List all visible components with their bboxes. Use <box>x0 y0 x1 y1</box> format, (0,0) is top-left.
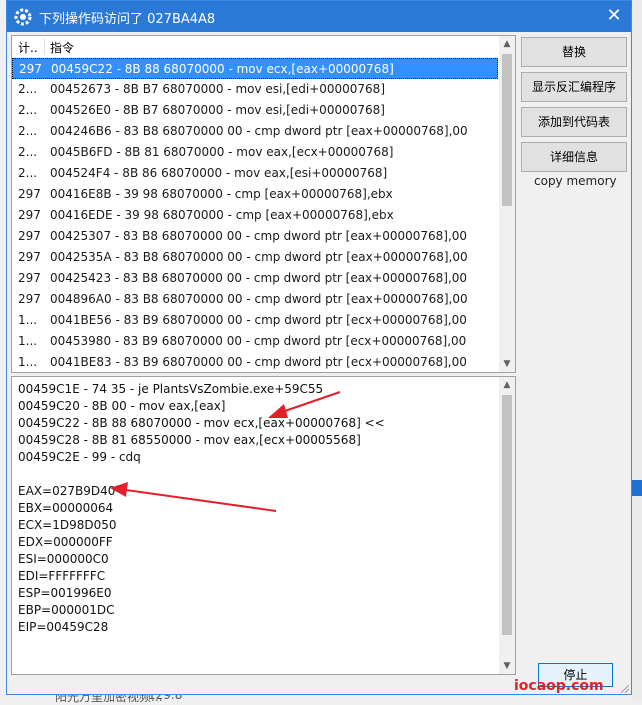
info-line: EDX=000000FF <box>18 535 113 549</box>
info-line: 00459C22 - 8B 88 68070000 - mov ecx,[eax… <box>18 416 385 430</box>
row-instruction: 004246B6 - 83 B8 68070000 00 - cmp dword… <box>50 124 468 138</box>
row-count: 297 <box>18 187 41 201</box>
info-line: EIP=00459C28 <box>18 620 109 634</box>
row-instruction: 00453980 - 83 B9 68070000 00 - cmp dword… <box>50 334 467 348</box>
info-line: 00459C28 - 8B 81 68550000 - mov eax,[ecx… <box>18 433 361 447</box>
row-instruction: 00425307 - 83 B8 68070000 00 - cmp dword… <box>50 229 468 243</box>
row-count: 297 <box>18 271 41 285</box>
row-count: 1... <box>18 334 38 348</box>
info-line: ECX=1D98D050 <box>18 518 117 532</box>
row-count: 1... <box>18 355 38 369</box>
table-row[interactable]: 2... 004524F4 - 8B 86 68070000 - mov eax,… <box>12 163 498 184</box>
row-instruction: 004524F4 - 8B 86 68070000 - mov eax,[esi… <box>50 166 388 180</box>
row-count: 2... <box>18 82 38 96</box>
access-dialog: 下列操作码访问了 027BA4A8 ✕ 计.. 指令 297 00459C22 -… <box>6 0 632 695</box>
details-button[interactable]: 详细信息 <box>521 142 627 172</box>
resize-grip-icon[interactable] <box>619 683 629 693</box>
info-line: 00459C20 - 8B 00 - mov eax,[eax] <box>18 399 226 413</box>
table-row[interactable]: 297 00416E8B - 39 98 68070000 - cmp [eax+… <box>12 184 498 205</box>
watermark: iocaop.com <box>514 678 604 694</box>
row-instruction: 0041BE56 - 83 B9 68070000 00 - cmp dword… <box>50 313 467 327</box>
info-line: EAX=027B9D40 <box>18 484 116 498</box>
info-line: ESI=000000C0 <box>18 552 109 566</box>
row-count: 2... <box>18 145 38 159</box>
row-instruction: 004896A0 - 83 B8 68070000 00 - cmp dword… <box>50 292 468 306</box>
info-lines: 00459C1E - 74 35 - je PlantsVsZombie.exe… <box>18 381 385 636</box>
row-instruction: 0041BE83 - 83 B9 68070000 00 - cmp dword… <box>50 355 467 369</box>
list-header: 计.. 指令 <box>12 36 498 58</box>
info-line: EDI=FFFFFFFC <box>18 569 106 583</box>
table-row[interactable]: 2... 004246B6 - 83 B8 68070000 00 - cmp d… <box>12 121 498 142</box>
table-row[interactable]: 1... 00453980 - 83 B9 68070000 00 - cmp d… <box>12 331 498 352</box>
row-count: 297 <box>18 292 41 306</box>
copy-memory-link[interactable]: copy memory <box>534 174 617 188</box>
list-rows: 297 00459C22 - 8B 88 68070000 - mov ecx,[… <box>12 58 498 372</box>
column-divider[interactable] <box>44 38 45 54</box>
row-count: 297 <box>18 208 41 222</box>
row-instruction: 00416EDE - 39 98 68070000 - cmp [eax+000… <box>50 208 394 222</box>
scroll-thumb[interactable] <box>502 395 512 635</box>
row-instruction: 00452673 - 8B B7 68070000 - mov esi,[edi… <box>50 82 385 96</box>
scroll-up-icon[interactable]: ▲ <box>499 377 515 393</box>
row-count: 297 <box>19 62 42 76</box>
background-right-strip <box>632 0 642 703</box>
table-row[interactable]: 297 00425423 - 83 B8 68070000 00 - cmp dw… <box>12 268 498 289</box>
opcode-list[interactable]: 计.. 指令 297 00459C22 - 8B 88 68070000 - mo… <box>11 35 516 373</box>
row-instruction: 0045B6FD - 8B 81 68070000 - mov eax,[ecx… <box>50 145 394 159</box>
background-blue-block <box>632 480 642 496</box>
scroll-up-icon[interactable]: ▲ <box>499 36 515 52</box>
table-row[interactable]: 297 00425307 - 83 B8 68070000 00 - cmp dw… <box>12 226 498 247</box>
close-icon[interactable]: ✕ <box>603 5 625 27</box>
list-scrollbar[interactable]: ▲ ▼ <box>499 36 515 372</box>
row-count: 297 <box>18 229 41 243</box>
row-count: 2... <box>18 103 38 117</box>
row-count: 1... <box>18 313 38 327</box>
row-instruction: 0042535A - 83 B8 68070000 00 - cmp dword… <box>50 250 468 264</box>
row-count: 2... <box>18 166 38 180</box>
window-title: 下列操作码访问了 027BA4A8 <box>39 12 216 27</box>
add-to-codelist-button[interactable]: 添加到代码表 <box>521 107 627 137</box>
info-scrollbar[interactable]: ▲ ▼ <box>499 377 515 674</box>
column-header-count[interactable]: 计.. <box>18 39 38 56</box>
row-instruction: 00459C22 - 8B 88 68070000 - mov ecx,[eax… <box>51 62 394 76</box>
info-line <box>18 466 385 483</box>
row-instruction: 004526E0 - 8B B7 68070000 - mov esi,[edi… <box>50 103 385 117</box>
info-line: ESP=001996E0 <box>18 586 112 600</box>
info-line: EBX=00000064 <box>18 501 114 515</box>
table-row[interactable]: 2... 0045B6FD - 8B 81 68070000 - mov eax,… <box>12 142 498 163</box>
info-line: EBP=000001DC <box>18 603 115 617</box>
replace-button[interactable]: 替换 <box>521 37 627 67</box>
info-line: 00459C1E - 74 35 - je PlantsVsZombie.exe… <box>18 382 324 396</box>
cheat-engine-icon <box>14 8 32 26</box>
table-row[interactable]: 2... 004526E0 - 8B B7 68070000 - mov esi,… <box>12 100 498 121</box>
table-row[interactable]: 297 004896A0 - 83 B8 68070000 00 - cmp dw… <box>12 289 498 310</box>
column-header-instruction[interactable]: 指令 <box>50 39 74 56</box>
row-instruction: 00425423 - 83 B8 68070000 00 - cmp dword… <box>50 271 468 285</box>
row-instruction: 00416E8B - 39 98 68070000 - cmp [eax+000… <box>50 187 393 201</box>
table-row[interactable]: 2... 00452673 - 8B B7 68070000 - mov esi,… <box>12 79 498 100</box>
info-line: 00459C2E - 99 - cdq <box>18 450 141 464</box>
row-count: 2... <box>18 124 38 138</box>
scroll-down-icon[interactable]: ▼ <box>499 658 515 674</box>
scroll-down-icon[interactable]: ▼ <box>499 356 515 372</box>
show-disassembler-button[interactable]: 显示反汇编程序 <box>521 72 627 102</box>
scroll-thumb[interactable] <box>502 54 512 206</box>
table-row[interactable]: 297 00459C22 - 8B 88 68070000 - mov ecx,[… <box>12 58 498 79</box>
table-row[interactable]: 297 0042535A - 83 B8 68070000 00 - cmp dw… <box>12 247 498 268</box>
table-row[interactable]: 1... 0041BE56 - 83 B9 68070000 00 - cmp d… <box>12 310 498 331</box>
table-row[interactable]: 297 00416EDE - 39 98 68070000 - cmp [eax+… <box>12 205 498 226</box>
row-count: 297 <box>18 250 41 264</box>
title-bar[interactable]: 下列操作码访问了 027BA4A8 ✕ <box>7 1 631 32</box>
info-panel[interactable]: 00459C1E - 74 35 - je PlantsVsZombie.exe… <box>11 376 516 675</box>
table-row[interactable]: 1... 0041BE83 - 83 B9 68070000 00 - cmp d… <box>12 352 498 372</box>
